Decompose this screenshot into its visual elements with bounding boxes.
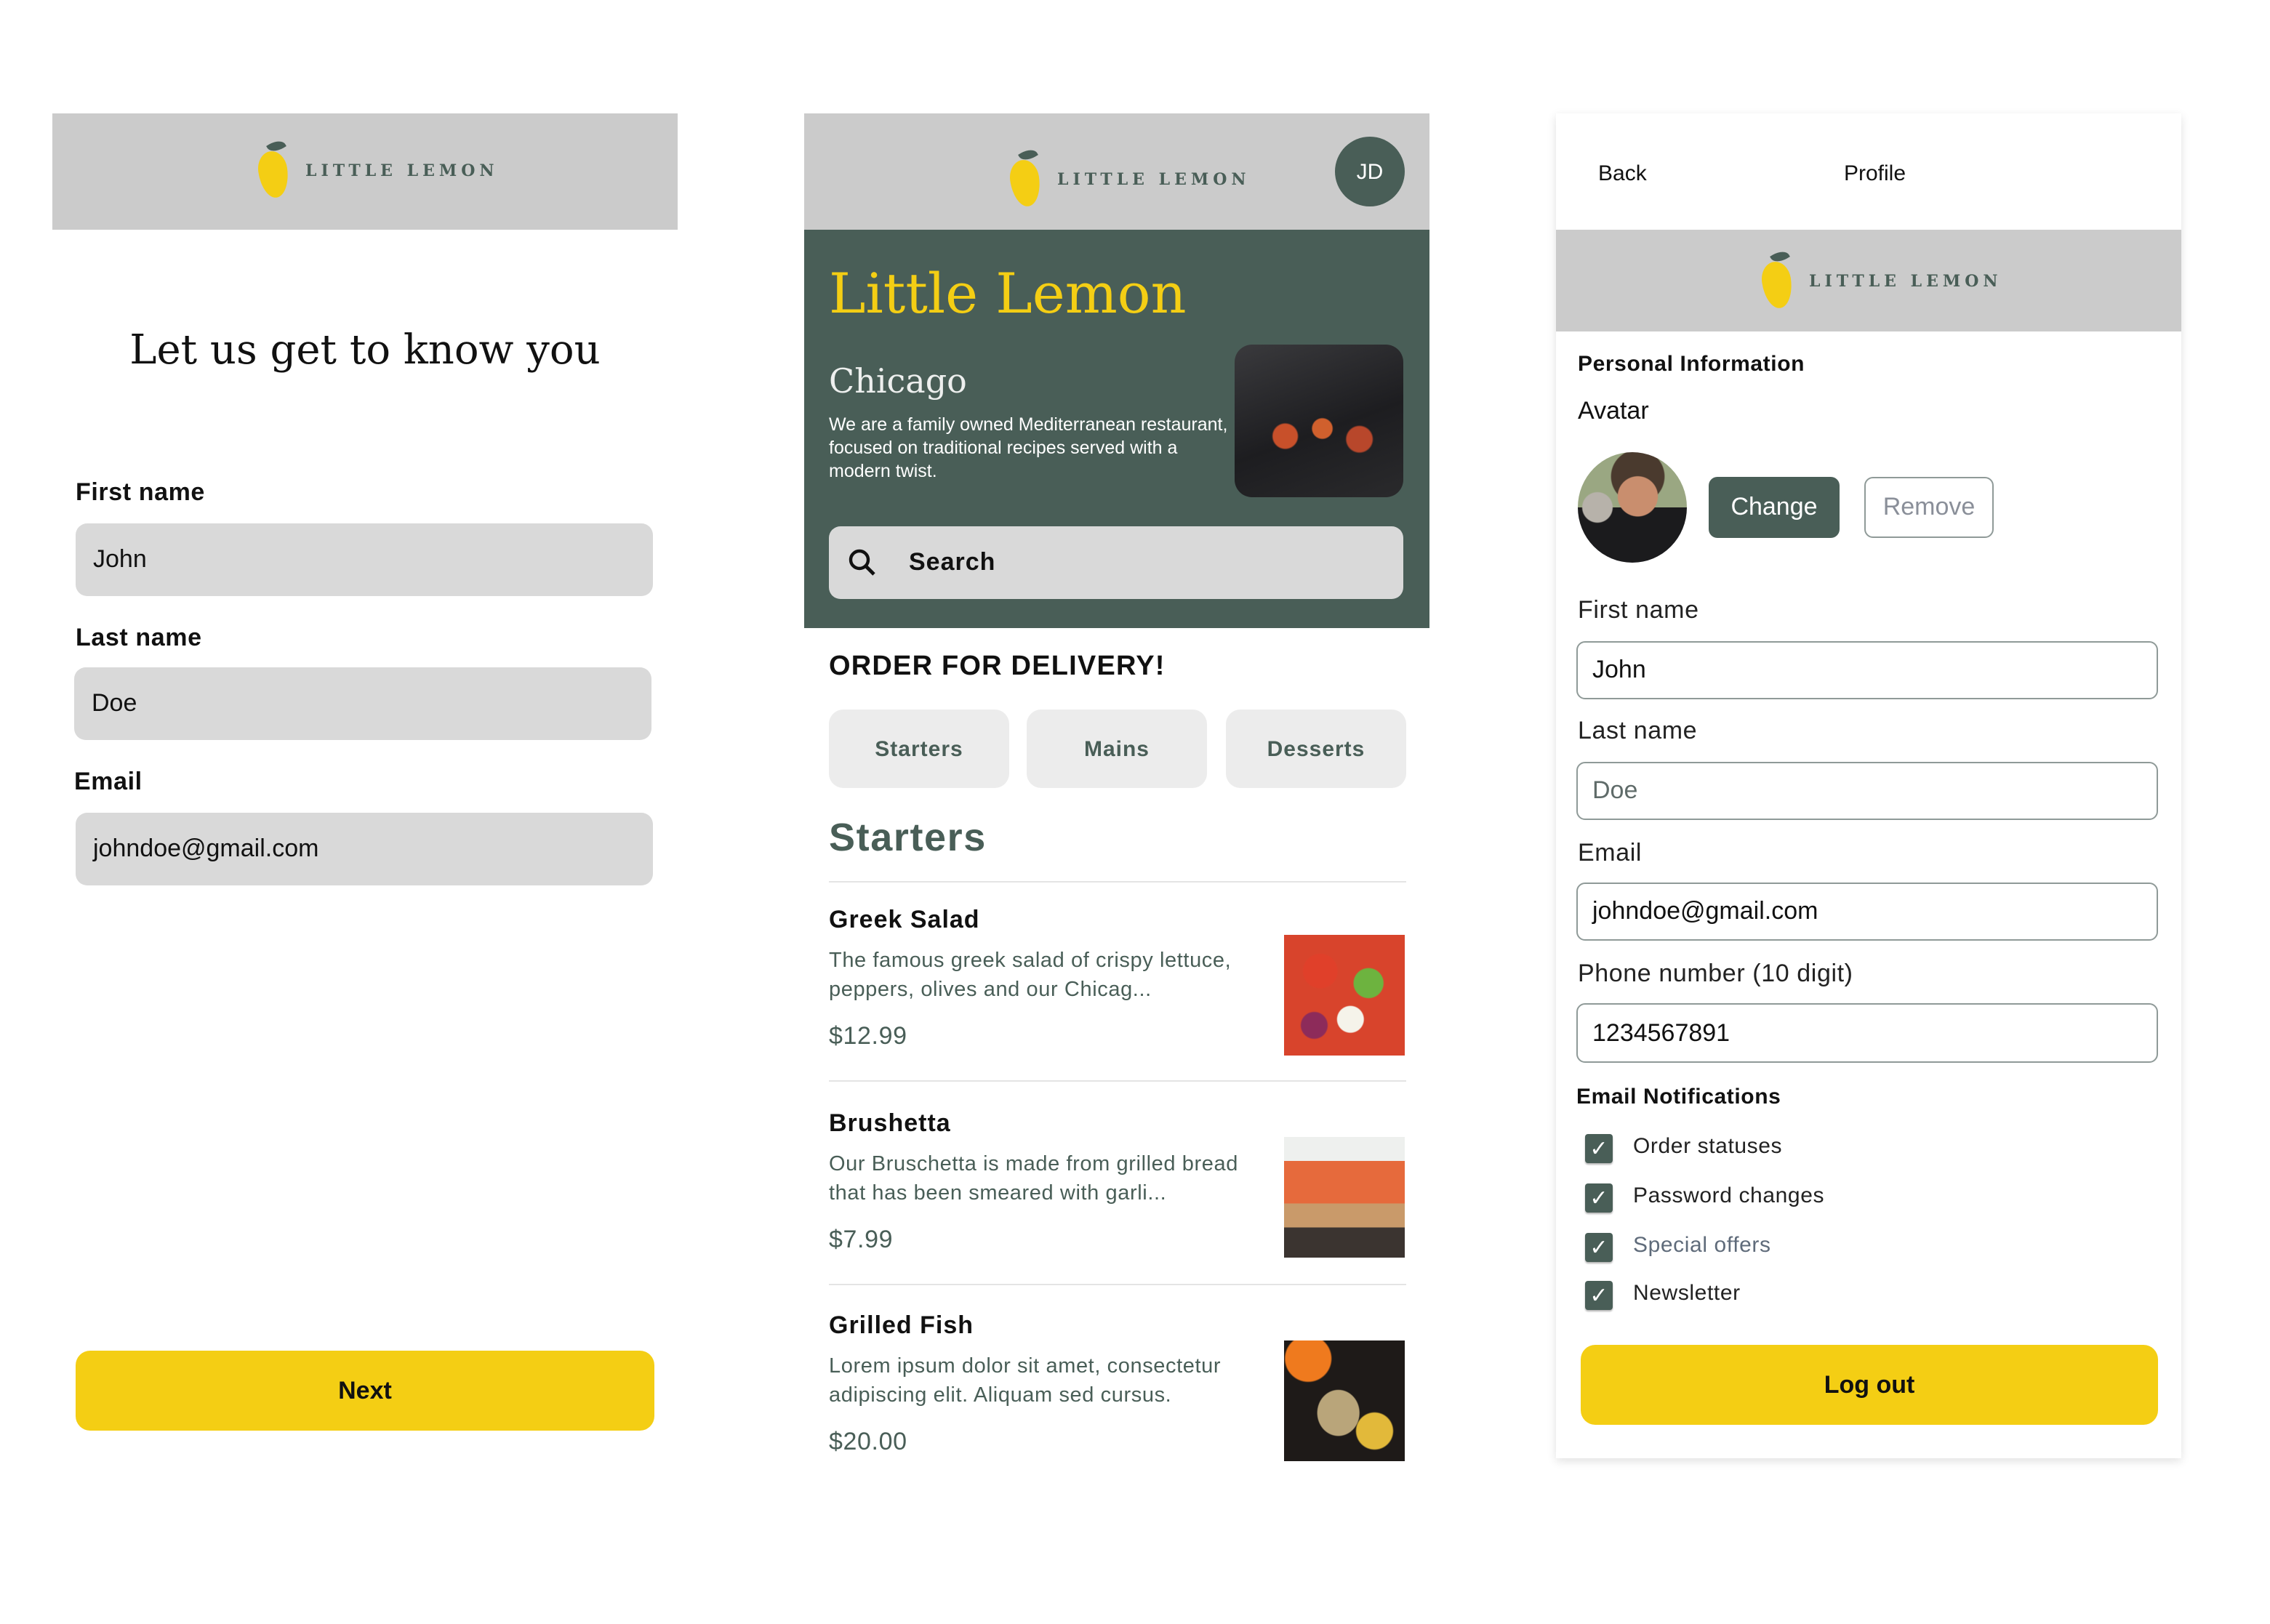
menu-item-image bbox=[1284, 935, 1405, 1056]
search-bar[interactable]: Search bbox=[829, 526, 1403, 599]
last-name-input[interactable]: Doe bbox=[74, 667, 651, 740]
hero-city: Chicago bbox=[829, 363, 967, 401]
remove-avatar-button[interactable]: Remove bbox=[1864, 477, 1994, 538]
menu-item-name: Brushetta bbox=[829, 1109, 951, 1137]
search-icon bbox=[849, 549, 875, 576]
special-offers-checkbox[interactable]: ✓ bbox=[1585, 1233, 1613, 1262]
lemon-icon bbox=[1008, 148, 1043, 209]
section-title: Personal Information bbox=[1578, 352, 1805, 377]
logo: LITTLE LEMON bbox=[256, 140, 499, 201]
category-starters[interactable]: Starters bbox=[829, 710, 1009, 788]
avatar-image bbox=[1578, 452, 1687, 563]
last-name-label: Last name bbox=[76, 624, 202, 651]
lemon-icon bbox=[256, 140, 291, 201]
nav-title: Profile bbox=[1844, 161, 1906, 186]
email-label: Email bbox=[1578, 839, 1643, 867]
newsletter-checkbox[interactable]: ✓ bbox=[1585, 1281, 1613, 1310]
first-name-label: First name bbox=[1578, 596, 1699, 624]
last-name-label: Last name bbox=[1578, 717, 1698, 744]
logout-button[interactable]: Log out bbox=[1581, 1345, 2158, 1425]
order-statuses-label: Order statuses bbox=[1633, 1134, 1783, 1159]
menu-item-name: Greek Salad bbox=[829, 906, 980, 933]
avatar-label: Avatar bbox=[1578, 397, 1649, 425]
lemon-icon bbox=[1760, 250, 1794, 311]
password-changes-checkbox[interactable]: ✓ bbox=[1585, 1183, 1613, 1213]
email-input[interactable]: johndoe@gmail.com bbox=[76, 813, 653, 885]
phone-input[interactable]: 1234567891 bbox=[1576, 1003, 2158, 1063]
newsletter-label: Newsletter bbox=[1633, 1281, 1741, 1306]
page-title: Let us get to know you bbox=[129, 326, 601, 374]
email-label: Email bbox=[74, 768, 143, 795]
category-mains[interactable]: Mains bbox=[1027, 710, 1207, 788]
divider bbox=[829, 1284, 1406, 1285]
search-placeholder: Search bbox=[909, 548, 996, 576]
menu-item-image bbox=[1284, 1340, 1405, 1461]
check-icon: ✓ bbox=[1589, 1186, 1608, 1211]
check-icon: ✓ bbox=[1589, 1236, 1608, 1261]
divider bbox=[829, 881, 1406, 883]
phone-label: Phone number (10 digit) bbox=[1578, 960, 1853, 987]
logo-wordmark: LITTLE LEMON bbox=[1057, 169, 1251, 188]
next-button[interactable]: Next bbox=[76, 1351, 654, 1431]
logo: LITTLE LEMON bbox=[1760, 250, 2002, 311]
password-changes-label: Password changes bbox=[1633, 1183, 1825, 1208]
hero-banner: Little Lemon Chicago We are a family own… bbox=[804, 230, 1429, 628]
logo-wordmark: LITTLE LEMON bbox=[1809, 271, 2002, 290]
onboarding-header: LITTLE LEMON bbox=[52, 113, 678, 230]
menu-item-price: $7.99 bbox=[829, 1226, 894, 1253]
menu-item-description: Lorem ipsum dolor sit amet, consectetur … bbox=[829, 1355, 1222, 1407]
order-statuses-checkbox[interactable]: ✓ bbox=[1585, 1134, 1613, 1163]
menu-item-image bbox=[1284, 1137, 1405, 1258]
section-title: Starters bbox=[829, 816, 987, 859]
logo-wordmark: LITTLE LEMON bbox=[305, 161, 499, 180]
special-offers-label: Special offers bbox=[1633, 1233, 1771, 1258]
logo: LITTLE LEMON bbox=[1008, 148, 1251, 209]
divider bbox=[829, 1080, 1406, 1082]
category-desserts[interactable]: Desserts bbox=[1226, 710, 1406, 788]
hero-title: Little Lemon bbox=[829, 262, 1187, 326]
menu-item-name: Grilled Fish bbox=[829, 1311, 974, 1339]
menu-item-description: The famous greek salad of crispy lettuce… bbox=[829, 949, 1232, 1001]
back-button[interactable]: Back bbox=[1598, 161, 1647, 186]
email-input[interactable]: johndoe@gmail.com bbox=[1576, 883, 2158, 941]
check-icon: ✓ bbox=[1589, 1137, 1608, 1162]
avatar[interactable]: JD bbox=[1335, 137, 1405, 206]
first-name-label: First name bbox=[76, 478, 205, 506]
hero-image bbox=[1235, 345, 1403, 497]
order-heading: ORDER FOR DELIVERY! bbox=[829, 651, 1166, 682]
hero-description: We are a family owned Mediterranean rest… bbox=[829, 414, 1228, 481]
menu-item-price: $20.00 bbox=[829, 1428, 907, 1455]
profile-header: LITTLE LEMON bbox=[1556, 230, 2181, 331]
notifications-title: Email Notifications bbox=[1576, 1085, 1781, 1109]
first-name-input[interactable]: John bbox=[76, 523, 653, 596]
check-icon: ✓ bbox=[1589, 1284, 1608, 1309]
menu-item-price: $12.99 bbox=[829, 1022, 907, 1050]
change-avatar-button[interactable]: Change bbox=[1709, 477, 1840, 538]
menu-item-description: Our Bruschetta is made from grilled brea… bbox=[829, 1153, 1238, 1205]
first-name-input[interactable]: John bbox=[1576, 641, 2158, 699]
last-name-input[interactable]: Doe bbox=[1576, 762, 2158, 820]
home-header: LITTLE LEMON JD bbox=[804, 113, 1429, 230]
